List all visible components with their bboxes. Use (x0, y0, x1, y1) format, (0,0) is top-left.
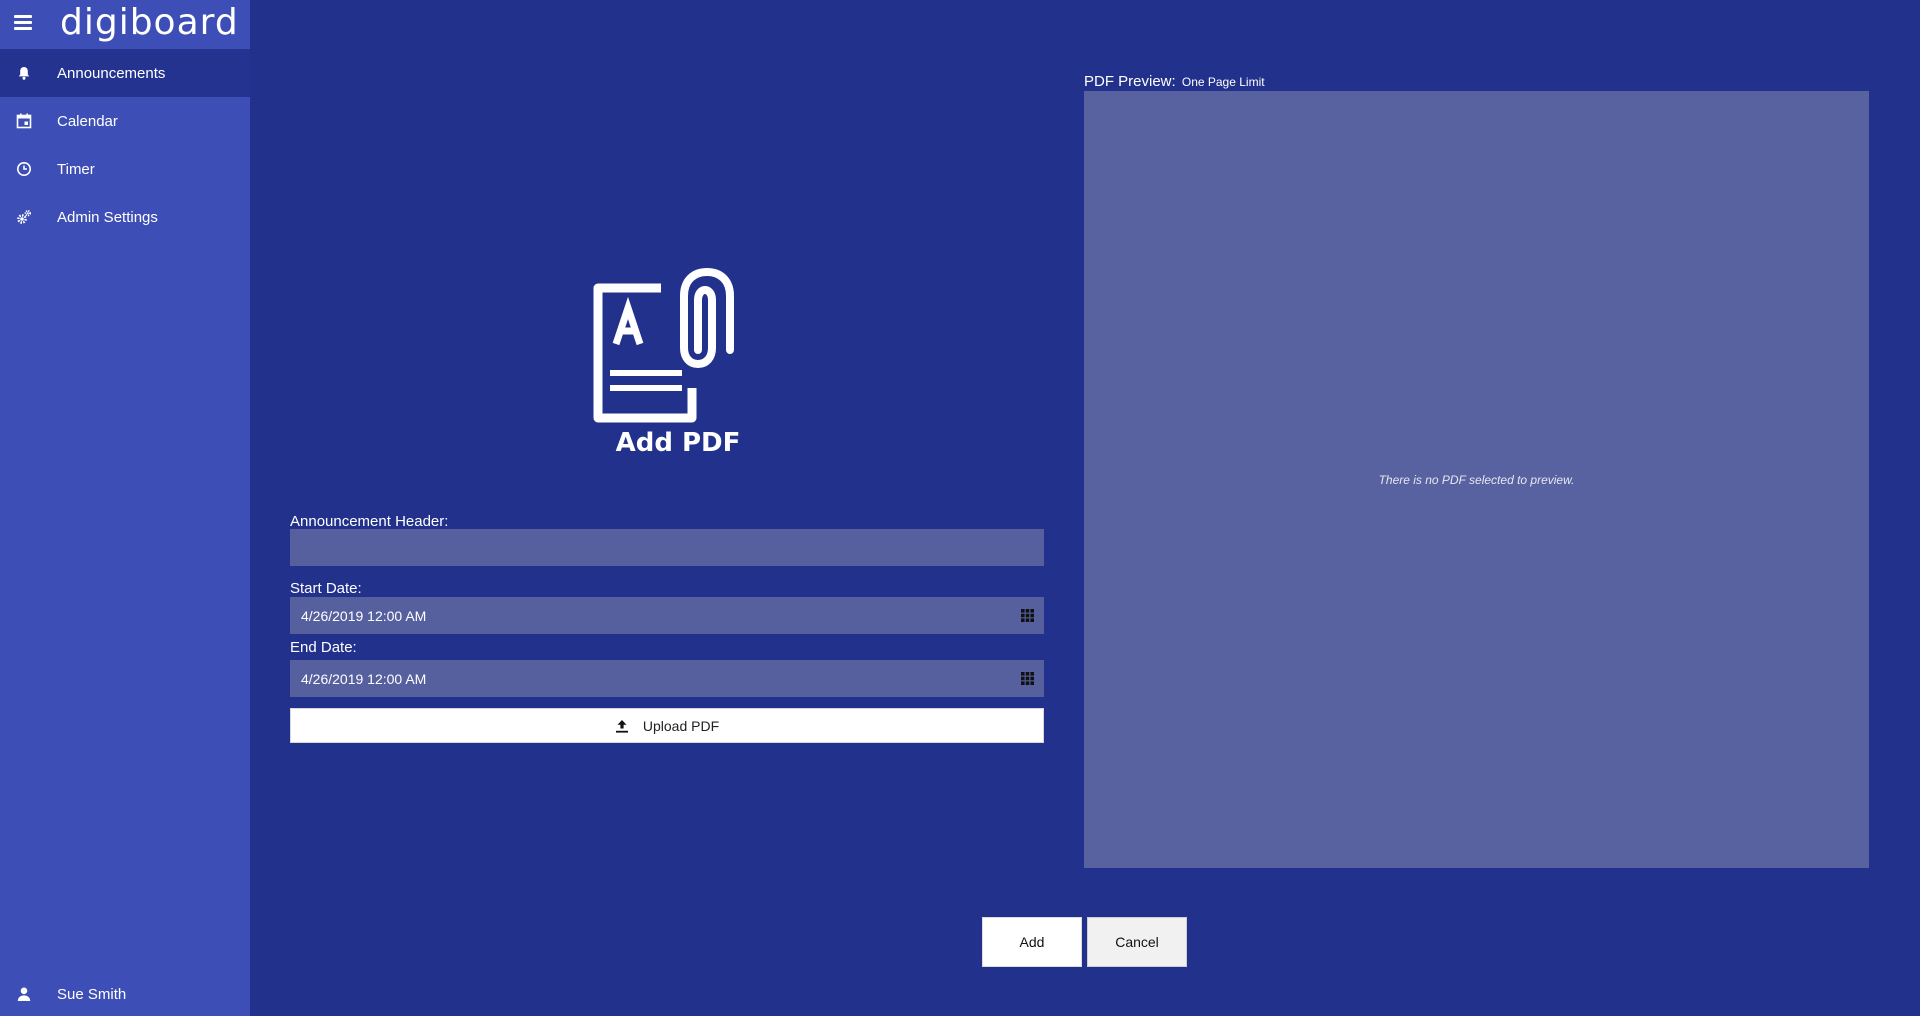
start-date-value: 4/26/2019 12:00 AM (301, 607, 427, 624)
sidebar-item-announcements[interactable]: Announcements (0, 49, 250, 97)
sidebar: digiboard Announcements Calendar Timer A… (0, 0, 250, 1016)
user-icon (17, 987, 31, 1001)
start-date-field[interactable]: 4/26/2019 12:00 AM (290, 597, 1044, 634)
main-content: Add PDF Announcement Header: Start Date:… (250, 0, 1920, 1016)
brand-bar: digiboard (0, 0, 250, 48)
end-date-value: 4/26/2019 12:00 AM (301, 670, 427, 687)
gears-icon (17, 209, 31, 224)
bell-icon (18, 67, 30, 80)
clock-icon (17, 162, 31, 176)
upload-pdf-label: Upload PDF (642, 717, 720, 734)
pdf-preview-label: PDF Preview: One Page Limit (1084, 73, 1265, 90)
cancel-button[interactable]: Cancel (1087, 917, 1187, 967)
add-button[interactable]: Add (982, 917, 1082, 967)
end-date-field[interactable]: 4/26/2019 12:00 AM (290, 660, 1044, 697)
user-name: Sue Smith (57, 985, 127, 1003)
sidebar-nav: Announcements Calendar Timer Admin Setti… (0, 49, 250, 241)
start-date-label: Start Date: (290, 580, 362, 597)
sidebar-item-admin-settings[interactable]: Admin Settings (0, 193, 250, 241)
add-pdf-title: Add PDF (615, 428, 741, 458)
announcement-header-field[interactable] (290, 529, 1044, 566)
sidebar-item-label: Announcements (57, 64, 166, 82)
announcement-header-label: Announcement Header: (290, 513, 449, 530)
sidebar-item-label: Admin Settings (57, 208, 158, 226)
sidebar-item-timer[interactable]: Timer (0, 145, 250, 193)
sidebar-item-calendar[interactable]: Calendar (0, 97, 250, 145)
sidebar-item-label: Timer (57, 160, 95, 178)
calendar-icon (16, 113, 32, 129)
pdf-document-attachment-icon (593, 268, 734, 423)
user-profile[interactable]: Sue Smith (0, 972, 250, 1016)
app-logo: digiboard (60, 2, 239, 43)
pdf-preview-empty-message: There is no PDF selected to preview. (1378, 473, 1575, 487)
upload-icon (615, 719, 628, 733)
end-date-label: End Date: (290, 639, 357, 656)
calendar-grid-icon[interactable] (1021, 672, 1034, 685)
sidebar-item-label: Calendar (57, 112, 118, 130)
pdf-preview-title: PDF Preview: (1084, 73, 1176, 90)
announcement-header-input[interactable] (301, 529, 1044, 566)
hamburger-menu-icon[interactable] (14, 15, 32, 31)
pdf-preview-pane: There is no PDF selected to preview. (1084, 91, 1869, 868)
upload-pdf-button[interactable]: Upload PDF (290, 708, 1044, 743)
calendar-grid-icon[interactable] (1021, 609, 1034, 622)
pdf-preview-limit: One Page Limit (1181, 75, 1265, 89)
